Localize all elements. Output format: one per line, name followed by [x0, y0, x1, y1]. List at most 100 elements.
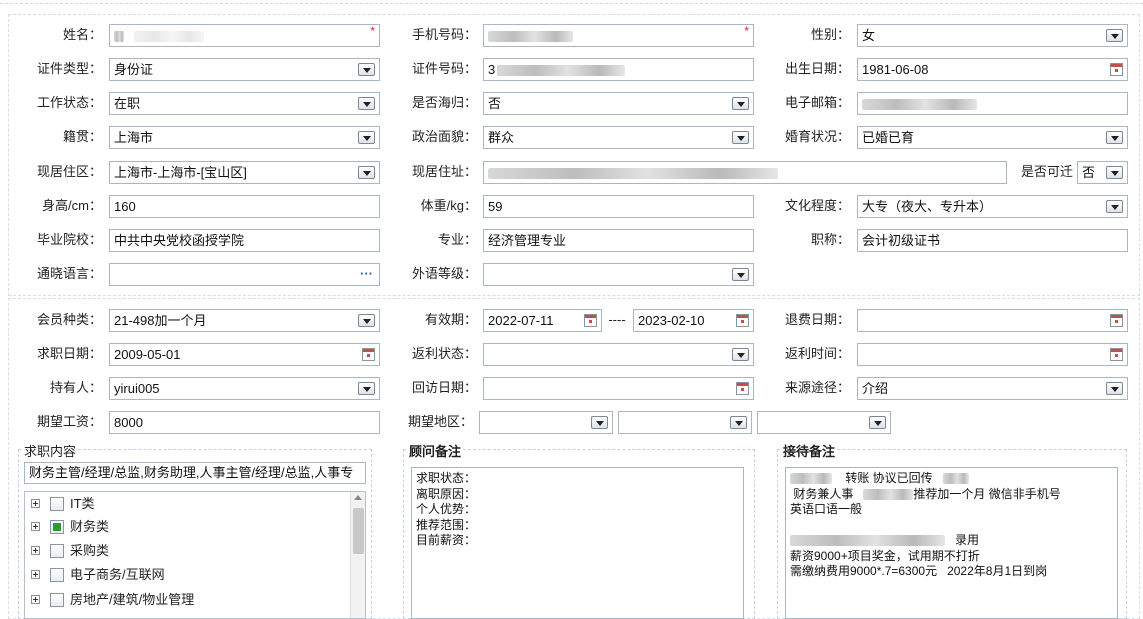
chevron-down-icon[interactable] [732, 268, 749, 281]
height-field[interactable]: 160 [109, 195, 380, 218]
calendar-icon[interactable] [1110, 314, 1123, 327]
email-field[interactable] [857, 92, 1128, 115]
languages-field[interactable]: ··· [109, 263, 380, 286]
tree-item-it[interactable]: IT类 [25, 494, 345, 514]
expand-icon[interactable] [31, 570, 40, 579]
expected-salary-field[interactable]: 8000 [109, 411, 380, 434]
redacted-text [114, 31, 124, 43]
scroll-thumb[interactable] [353, 508, 364, 554]
chevron-down-icon[interactable] [591, 416, 608, 429]
returnee-select[interactable]: 否 [483, 92, 754, 115]
source-select[interactable]: 介绍 [857, 377, 1128, 400]
phone-field[interactable]: * [483, 24, 754, 47]
address-field[interactable] [483, 161, 1007, 184]
member-type-label: 会员种类： [36, 312, 102, 327]
chevron-down-icon[interactable] [869, 416, 886, 429]
consultant-notes-textarea[interactable]: 求职状态： 离职原因： 个人优势： 推荐范围： 目前薪资： [411, 467, 744, 619]
note-line: 需缴纳费用9000*.7=6300元 2022年8月1日到岗 [790, 564, 1048, 578]
chevron-down-icon[interactable] [1106, 200, 1123, 213]
checkbox[interactable] [50, 544, 64, 558]
redacted-text [790, 535, 945, 547]
chevron-down-icon[interactable] [358, 314, 375, 327]
chevron-down-icon[interactable] [732, 131, 749, 144]
residence-area-select[interactable]: 上海市-上海市-[宝山区] [109, 161, 380, 184]
id-number-field[interactable]: 3 [483, 58, 754, 81]
tree-item-finance[interactable]: 财务类 [25, 517, 345, 537]
chevron-down-icon[interactable] [730, 416, 747, 429]
member-type-value: 21-498加一个月 [114, 313, 207, 328]
calendar-icon[interactable] [584, 314, 597, 327]
calendar-icon[interactable] [1110, 63, 1123, 76]
expand-icon[interactable] [31, 522, 40, 531]
foreign-level-select[interactable] [483, 263, 754, 286]
education-select[interactable]: 大专（夜大、专升本） [857, 195, 1128, 218]
member-type-select[interactable]: 21-498加一个月 [109, 309, 380, 332]
tree-item-ecommerce[interactable]: 电子商务/互联网 [25, 565, 345, 585]
expand-icon[interactable] [31, 595, 40, 604]
note-line: 个人优势： [416, 502, 477, 516]
checkbox[interactable] [50, 593, 64, 607]
followup-date-field[interactable] [483, 377, 754, 400]
checkbox[interactable] [50, 497, 64, 511]
valid-start-value: 2022-07-11 [488, 313, 554, 328]
job-content-title: 求职内容 [22, 441, 79, 460]
birth-date-field[interactable]: 1981-06-08 [857, 58, 1128, 81]
expand-icon[interactable] [31, 499, 40, 508]
political-value: 群众 [488, 130, 515, 145]
holder-select[interactable]: yirui005 [109, 377, 380, 400]
weight-field[interactable]: 59 [483, 195, 754, 218]
chevron-down-icon[interactable] [1106, 166, 1123, 179]
note-line: 目前薪资： [416, 533, 477, 547]
scroll-up-icon[interactable] [354, 495, 362, 500]
work-status-select[interactable]: 在职 [109, 92, 380, 115]
region-province-select[interactable] [479, 411, 613, 434]
political-select[interactable]: 群众 [483, 126, 754, 149]
chevron-down-icon[interactable] [732, 348, 749, 361]
gender-select[interactable]: 女 [857, 24, 1128, 47]
languages-label: 通晓语言： [36, 266, 102, 281]
name-field[interactable]: * [109, 24, 380, 47]
checkbox[interactable] [50, 520, 64, 534]
relocate-select[interactable]: 否 [1077, 161, 1128, 184]
id-type-label: 证件类型： [36, 61, 102, 76]
calendar-icon[interactable] [1110, 348, 1123, 361]
major-field[interactable]: 经济管理专业 [483, 229, 754, 252]
chevron-down-icon[interactable] [1106, 131, 1123, 144]
rebate-time-field[interactable] [857, 343, 1128, 366]
tree-scrollbar[interactable] [350, 492, 365, 618]
calendar-icon[interactable] [736, 314, 749, 327]
chevron-down-icon[interactable] [358, 382, 375, 395]
checkbox[interactable] [50, 568, 64, 582]
valid-start-field[interactable]: 2022-07-11 [483, 309, 602, 332]
chevron-down-icon[interactable] [358, 97, 375, 110]
returnee-label: 是否海归： [411, 95, 477, 110]
calendar-icon[interactable] [362, 348, 375, 361]
chevron-down-icon[interactable] [358, 63, 375, 76]
id-type-select[interactable]: 身份证 [109, 58, 380, 81]
rebate-status-select[interactable] [483, 343, 754, 366]
title-field[interactable]: 会计初级证书 [857, 229, 1128, 252]
school-field[interactable]: 中共中央党校函授学院 [109, 229, 380, 252]
region-district-select[interactable] [757, 411, 891, 434]
reception-notes-textarea[interactable]: 转账 协议已回传 财务兼人事 推荐加一个月 微信非手机号 英语口语一般 录用 薪资9… [785, 467, 1118, 619]
chevron-down-icon[interactable] [358, 166, 375, 179]
region-city-select[interactable] [618, 411, 752, 434]
job-content-summary[interactable]: 财务主管/经理/总监,财务助理,人事主管/经理/总监,人事专 [24, 462, 366, 484]
marital-select[interactable]: 已婚已育 [857, 126, 1128, 149]
more-icon[interactable]: ··· [360, 267, 373, 280]
native-place-select[interactable]: 上海市 [109, 126, 380, 149]
job-search-date-field[interactable]: 2009-05-01 [109, 343, 380, 366]
refund-date-field[interactable] [857, 309, 1128, 332]
refund-date-label: 退费日期： [784, 312, 850, 327]
expand-icon[interactable] [31, 546, 40, 555]
calendar-icon[interactable] [736, 382, 749, 395]
tree-item-label: 电子商务/互联网 [70, 567, 165, 582]
valid-end-field[interactable]: 2023-02-10 [633, 309, 754, 332]
tree-item-realestate[interactable]: 房地产/建筑/物业管理 [25, 590, 345, 610]
chevron-down-icon[interactable] [358, 131, 375, 144]
chevron-down-icon[interactable] [1106, 382, 1123, 395]
note-line: 转账 协议已回传 [790, 471, 1113, 487]
chevron-down-icon[interactable] [1106, 29, 1123, 42]
tree-item-purchasing[interactable]: 采购类 [25, 541, 345, 561]
chevron-down-icon[interactable] [732, 97, 749, 110]
